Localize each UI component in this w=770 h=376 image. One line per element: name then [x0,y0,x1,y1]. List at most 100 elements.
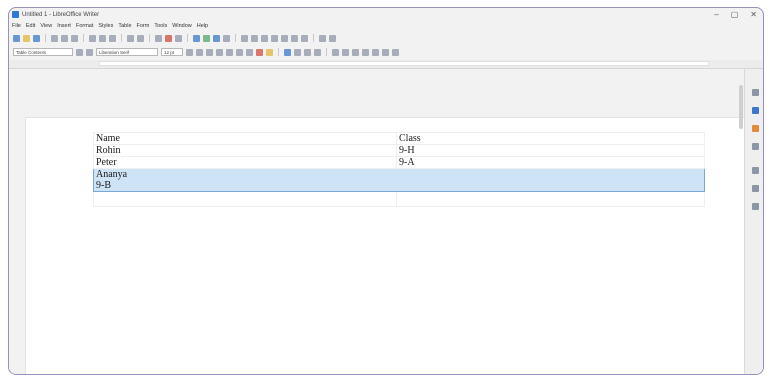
menu-edit[interactable]: Edit [26,23,35,29]
toolbar-separator [45,34,46,42]
navigator-icon[interactable] [752,167,759,174]
open-folder-icon[interactable] [23,34,30,42]
export-pdf-icon[interactable] [51,34,58,42]
print-icon[interactable] [61,34,68,42]
horizontal-ruler[interactable] [9,60,763,69]
find-replace-icon[interactable] [155,34,162,42]
insert-image-icon[interactable] [203,34,210,42]
superscript-icon[interactable] [226,48,233,56]
menu-file[interactable]: File [12,23,21,29]
print-preview-icon[interactable] [71,34,78,42]
menu-form[interactable]: Form [137,23,150,29]
table-cell[interactable]: 9-A [396,156,705,169]
menu-help[interactable]: Help [197,23,208,29]
spelling-icon[interactable] [165,34,172,42]
page-icon[interactable] [752,107,759,114]
standard-toolbar [9,32,763,44]
table-cell[interactable]: Name [93,132,397,145]
menu-table[interactable]: Table [118,23,131,29]
insert-special-character-icon[interactable] [261,34,268,42]
menu-tools[interactable]: Tools [154,23,167,29]
insert-text-box-icon[interactable] [223,34,230,42]
vertical-scrollbar[interactable] [739,71,743,371]
save-icon[interactable] [33,34,40,42]
toolbar-separator [326,48,327,56]
toolbar-separator [235,34,236,42]
italic-icon[interactable] [196,48,203,56]
justify-icon[interactable] [314,48,321,56]
document-area[interactable] [9,69,747,374]
gallery-icon[interactable] [752,143,759,150]
formatting-toolbar: Table Contents Liberation Serif 12 pt [9,46,763,58]
names-classes-table[interactable]: Name Class Rohin 9-H Peter 9-A Ananya 9-… [93,132,705,207]
table-cell[interactable]: Rohin [93,144,397,157]
table-row[interactable]: Peter 9-A [93,156,705,169]
align-right-icon[interactable] [304,48,311,56]
subscript-icon[interactable] [236,48,243,56]
scrollbar-thumb[interactable] [739,85,743,129]
menu-styles[interactable]: Styles [98,23,113,29]
update-style-icon[interactable] [76,48,83,56]
bulleted-list-icon[interactable] [332,48,339,56]
menu-view[interactable]: View [40,23,52,29]
properties-icon[interactable] [752,89,759,96]
strikethrough-icon[interactable] [216,48,223,56]
maximize-button[interactable]: ▢ [731,10,739,19]
menu-insert[interactable]: Insert [57,23,71,29]
paste-icon[interactable] [109,34,116,42]
table-row[interactable]: Rohin 9-H [93,144,705,157]
table-cell[interactable] [396,191,705,207]
bold-icon[interactable] [186,48,193,56]
copy-icon[interactable] [99,34,106,42]
insert-chart-icon[interactable] [213,34,220,42]
minimize-button[interactable]: – [714,10,718,19]
clear-formatting-icon[interactable] [246,48,253,56]
table-cell[interactable]: Class [396,132,705,145]
line-spacing-icon[interactable] [382,48,389,56]
menu-bar: File Edit View Insert Format Styles Tabl… [9,21,763,31]
align-left-icon[interactable] [284,48,291,56]
insert-hyperlink-icon[interactable] [271,34,278,42]
font-name-select[interactable]: Liberation Serif [96,48,158,56]
redo-icon[interactable] [137,34,144,42]
undo-icon[interactable] [127,34,134,42]
window-title: Untitled 1 - LibreOffice Writer [22,11,100,18]
insert-footnote-icon[interactable] [281,34,288,42]
insert-comment-icon[interactable] [291,34,298,42]
table-row[interactable]: Name Class [93,132,705,145]
cut-icon[interactable] [89,34,96,42]
font-size-select[interactable]: 12 pt [161,48,183,56]
align-center-icon[interactable] [294,48,301,56]
insert-page-break-icon[interactable] [241,34,248,42]
menu-window[interactable]: Window [172,23,192,29]
font-color-icon[interactable] [256,48,263,56]
paragraph-style-select[interactable]: Table Contents [13,48,73,56]
insert-table-icon[interactable] [193,34,200,42]
close-button[interactable]: ✕ [750,10,757,19]
table-cell[interactable]: Peter [93,156,397,169]
design-icon[interactable] [752,203,759,210]
new-document-icon[interactable] [13,34,20,42]
manage-changes-icon[interactable] [752,185,759,192]
highlight-color-icon[interactable] [266,48,273,56]
insert-field-icon[interactable] [251,34,258,42]
empty-table-row[interactable] [93,191,705,207]
numbered-list-icon[interactable] [342,48,349,56]
styles-icon[interactable] [752,125,759,132]
selected-table-cell[interactable]: Ananya 9-B [93,168,705,192]
insert-line-icon[interactable] [319,34,326,42]
new-style-icon[interactable] [86,48,93,56]
underline-icon[interactable] [206,48,213,56]
menu-format[interactable]: Format [76,23,93,29]
formatting-marks-icon[interactable] [175,34,182,42]
table-cell[interactable] [93,191,397,207]
basic-shapes-icon[interactable] [329,34,336,42]
outline-format-icon[interactable] [352,48,359,56]
track-changes-icon[interactable] [301,34,308,42]
selected-table-row[interactable]: Ananya 9-B [93,168,705,192]
decrease-indent-icon[interactable] [372,48,379,56]
table-cell[interactable]: 9-H [396,144,705,157]
increase-indent-icon[interactable] [362,48,369,56]
paragraph-spacing-icon[interactable] [392,48,399,56]
toolbar-separator [83,34,84,42]
